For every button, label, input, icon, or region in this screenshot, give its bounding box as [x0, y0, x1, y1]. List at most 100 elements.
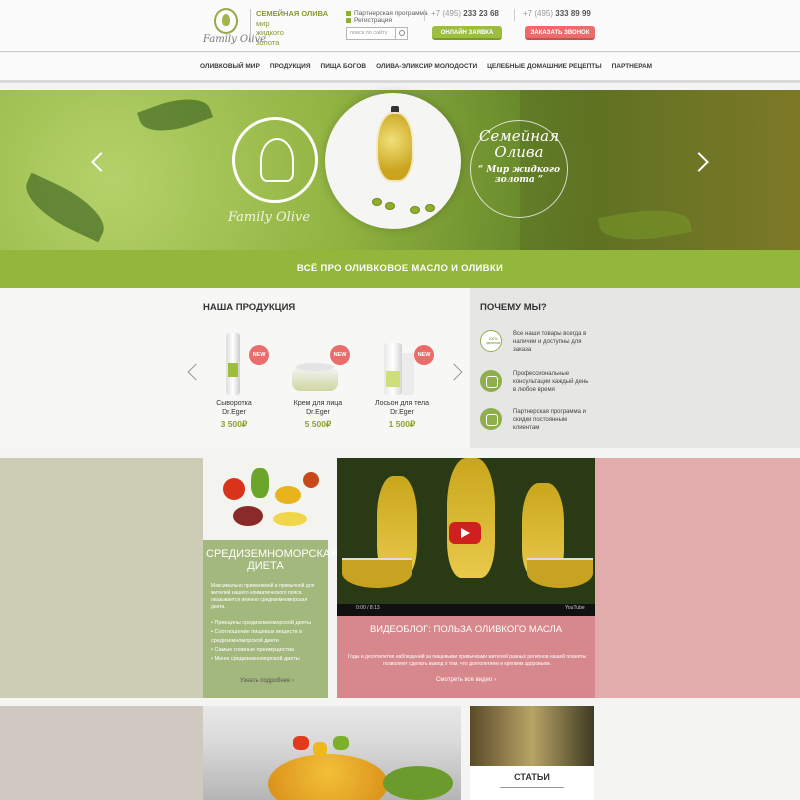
pepper-image	[333, 736, 349, 750]
pepper-image	[313, 742, 327, 756]
product-price: 3 500₽	[220, 419, 248, 429]
leaf-decoration	[136, 90, 214, 142]
section-banner: ВСЁ ПРО ОЛИВКОВОЕ МАСЛО И ОЛИВКИ	[0, 250, 800, 288]
logo-divider	[250, 9, 251, 43]
oil-bowl-image	[342, 558, 412, 588]
register-link[interactable]: Регистрация	[346, 17, 392, 24]
tomato-image	[223, 478, 245, 500]
lotion-bottle-image	[384, 343, 402, 395]
phone-2[interactable]: +7 (495) 333 89 99	[523, 9, 591, 18]
consultant-icon	[480, 370, 502, 392]
lettuce-image	[383, 766, 453, 800]
product-image: NEW	[194, 333, 274, 395]
product-card[interactable]: NEW Сыворотка Dr.Eger 3 500₽	[194, 333, 274, 430]
leaf-decoration	[16, 172, 114, 243]
all-videos-link[interactable]: Смотреть все видео ›	[337, 677, 595, 683]
diet-link[interactable]: Принципы средиземноморской диеты	[211, 619, 323, 628]
site-header	[0, 0, 800, 52]
discount-icon	[480, 408, 502, 430]
why-item-text: Партнерская программа и скидки постоянны…	[513, 409, 586, 431]
product-brand: Dr.Eger	[306, 409, 330, 416]
product-name: Лосьон для тела	[374, 400, 429, 407]
diet-link[interactable]: Самые главные преимущества	[211, 646, 323, 655]
oil-bowl-image	[527, 558, 593, 588]
quote-open: “	[478, 165, 484, 175]
new-badge: NEW	[249, 345, 269, 365]
phone-1-number: 233 23 68	[463, 9, 499, 18]
product-label	[228, 363, 238, 377]
side-panel-right	[595, 458, 800, 698]
olive-icon	[410, 206, 420, 214]
banana-image	[273, 512, 307, 526]
lotion-box-image	[402, 353, 414, 395]
tagline-line-3: золота	[256, 37, 280, 47]
hero-emblem-icon	[232, 117, 318, 203]
salad-photo	[203, 706, 461, 800]
videoblog-title[interactable]: ВИДЕОБЛОГ: ПОЛЬЗА ОЛИВКОГО МАСЛА	[337, 624, 595, 635]
header-divider	[514, 9, 515, 21]
vegetables-photo	[203, 458, 328, 540]
diet-title[interactable]: СРЕДИЗЕМНОМОРСКАЯ ДИЕТА	[206, 548, 338, 572]
hero-script-logo: Family Olive	[228, 210, 311, 225]
why-item-text: Все наши товары всегда в наличии и досту…	[513, 331, 587, 353]
phone-1-prefix: +7 (495)	[431, 9, 462, 18]
articles-photo	[470, 706, 594, 766]
product-name: Крем для лица	[293, 400, 343, 407]
request-call-button[interactable]: ЗАКАЗАТЬ ЗВОНОК	[525, 26, 595, 40]
products-title: НАША ПРОДУКЦИЯ	[203, 302, 296, 313]
tagline: СЕМЕЙНАЯ ОЛИВА мир жидкого золота	[256, 9, 328, 47]
tagline-line-1: мир	[256, 18, 270, 28]
pepper-image	[251, 468, 269, 498]
search-icon[interactable]	[395, 27, 408, 40]
diet-link[interactable]: Меню средиземноморской диеты	[211, 655, 323, 664]
hero-title: Семейная Олива	[478, 127, 560, 161]
oil-bottle-image	[376, 112, 414, 182]
video-time: 0:00 / 8:13	[356, 605, 380, 611]
side-panel-bottom	[0, 706, 203, 800]
diet-link[interactable]: Соотношение пищевых веществ в средиземно…	[211, 628, 323, 646]
youtube-logo[interactable]: YouTube	[565, 605, 585, 611]
product-image: NEW	[362, 333, 442, 395]
phone-1[interactable]: +7 (495) 233 23 68	[431, 9, 499, 18]
side-panel-left	[0, 458, 203, 698]
pepper-image	[293, 736, 309, 750]
product-image: NEW	[278, 333, 358, 395]
bottle-image	[447, 458, 495, 578]
nav-item-products[interactable]: ПРОДУКЦИЯ	[270, 63, 311, 70]
product-card[interactable]: NEW Крем для лица Dr.Eger 5 500₽	[278, 333, 358, 430]
nav-item-olive-world[interactable]: ОЛИВКОВЫЙ МИР	[200, 63, 260, 70]
olive-icon	[385, 202, 395, 210]
product-brand: Dr.Eger	[222, 409, 246, 416]
articles-title[interactable]: СТАТЬИ	[470, 772, 594, 782]
nav-item-recipes[interactable]: ЦЕЛЕБНЫЕ ДОМАШНИЕ РЕЦЕПТЫ	[487, 63, 601, 70]
online-order-button[interactable]: ОНЛАЙН ЗАЯВКА	[432, 26, 502, 40]
guarantee-badge-text: 100% гарантия	[485, 337, 501, 345]
olive-icon	[425, 204, 435, 212]
nav-item-food-of-gods[interactable]: ПИЩА БОГОВ	[321, 63, 367, 70]
nav-item-elixir[interactable]: ОЛИВА-ЭЛИКСИР МОЛОДОСТИ	[376, 63, 477, 70]
fruit-image	[303, 472, 319, 488]
nav-item-partners[interactable]: ПАРТНЕРАМ	[612, 63, 653, 70]
phone-2-number: 333 89 99	[555, 9, 591, 18]
header-divider	[424, 9, 425, 21]
olive-tree-logo-icon[interactable]	[214, 8, 238, 34]
new-badge: NEW	[330, 345, 350, 365]
leaf-decoration	[598, 202, 692, 248]
bowl-image	[268, 754, 388, 800]
partner-program-link[interactable]: Партнерская программа	[346, 10, 428, 17]
new-badge: NEW	[414, 345, 434, 365]
play-button-icon[interactable]	[449, 522, 481, 544]
hero-subtitle: “ Мир жидкого золота ”	[478, 165, 560, 185]
main-nav: ОЛИВКОВЫЙ МИР ПРОДУКЦИЯ ПИЩА БОГОВ ОЛИВА…	[0, 53, 800, 83]
product-price: 1 500₽	[388, 419, 416, 429]
product-name: Сыворотка	[216, 400, 252, 407]
tagline-line-2: жидкого	[256, 28, 284, 37]
pepper-image	[275, 486, 301, 504]
diet-description: Максимально приемлемой и привычной для ж…	[211, 583, 315, 610]
onion-image	[233, 506, 263, 526]
product-card[interactable]: NEW Лосьон для тела Dr.Eger 1 500₽	[362, 333, 442, 430]
diet-more-link[interactable]: Узнать подробнее ›	[211, 678, 323, 684]
why-item-text: Профессиональные консультации каждый ден…	[513, 371, 589, 393]
cream-jar-lid	[296, 363, 334, 371]
phone-2-prefix: +7 (495)	[523, 9, 554, 18]
